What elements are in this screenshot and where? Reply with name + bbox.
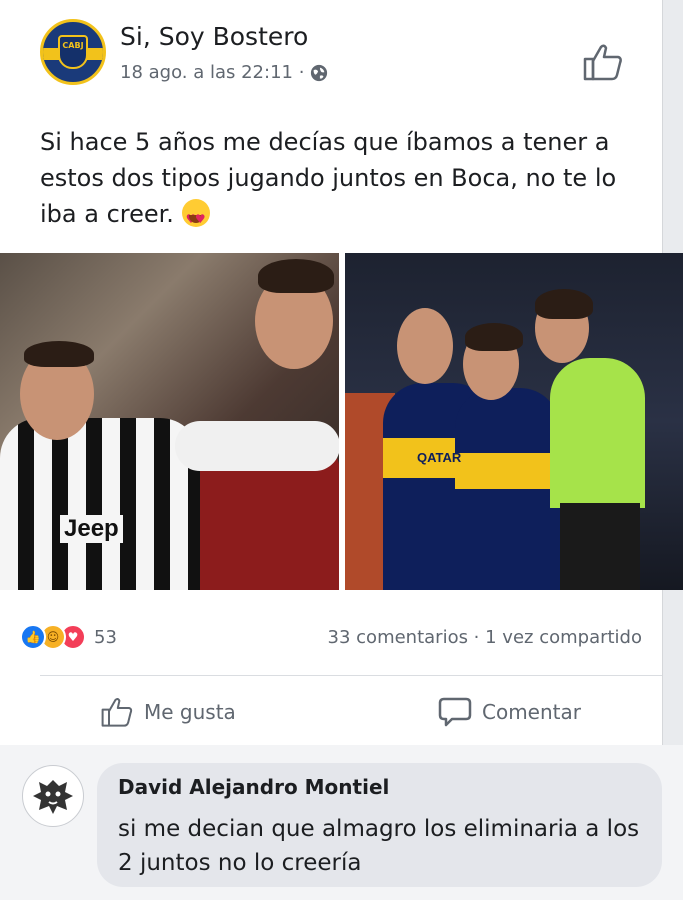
comment-button-label: Comentar [482,700,581,724]
like-reaction-icon[interactable]: 👍 [20,624,46,650]
photo-boca-band-2 [455,453,560,489]
like-outline-icon[interactable] [582,42,624,82]
post-text: Si hace 5 años me decías que íbamos a te… [40,124,650,237]
reaction-count[interactable]: 53 [94,627,117,648]
photo-hair-right [258,259,334,293]
photo-boca-player-2 [455,388,560,590]
photo-right-sponsor: QATAR [417,450,462,465]
photo-left[interactable]: Jeep [0,253,339,590]
photo-referee [550,358,645,508]
post-text-content: Si hace 5 años me decías que íbamos a te… [40,128,617,228]
emoji-heart-eyes-icon [181,199,210,237]
globe-icon [311,64,328,81]
crest-text: CABJ [62,41,84,50]
comment-text: si me decian que almagro los eliminaria … [118,816,640,876]
photo-right[interactable]: QATAR [345,253,683,590]
photo-face-boca-1 [397,308,453,384]
commenter-avatar[interactable] [22,765,84,827]
tiger-logo-icon [33,780,73,814]
reaction-stats: 👍 ☺ ♥ 53 33 comentarios · 1 vez comparti… [20,620,662,654]
page-avatar[interactable]: CABJ [40,19,106,85]
boca-crest-icon: CABJ [58,35,88,69]
post-meta: 18 ago. a las 22:11 · [120,62,328,83]
photo-referee-shorts [560,503,640,590]
like-outline-icon [101,697,133,727]
comments-shares-count[interactable]: 33 comentarios · 1 vez compartido [328,627,642,648]
photo-left-sponsor: Jeep [60,515,123,543]
page-name[interactable]: Si, Soy Bostero [120,22,308,51]
photo-hair-boca-2 [465,323,523,351]
photo-arm [175,421,339,471]
like-button[interactable]: Me gusta [100,692,236,732]
divider-top [40,675,662,676]
comment-button[interactable]: Comentar [438,692,581,732]
comment-icon [438,697,472,727]
post-timestamp[interactable]: 18 ago. a las 22:11 · [120,62,304,83]
photo-hair-left [24,341,94,367]
photo-figure-juve [0,418,200,590]
photo-hair-referee [535,289,593,319]
like-button-label: Me gusta [144,700,236,724]
comment-author[interactable]: David Alejandro Montiel [118,775,389,799]
